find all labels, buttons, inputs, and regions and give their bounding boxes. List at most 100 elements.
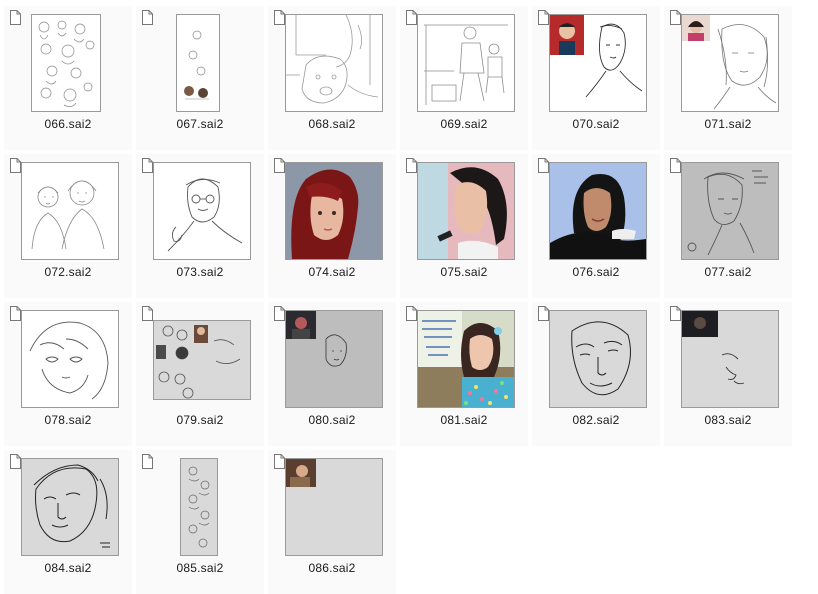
portrait-with-reference-image	[682, 15, 778, 111]
file-name: 075.sai2	[440, 265, 488, 279]
file-icon	[538, 158, 549, 173]
thumbnail	[285, 310, 383, 408]
file-name: 069.sai2	[440, 117, 488, 131]
file-icon	[274, 454, 285, 469]
file-tile-066[interactable]: 066.sai2	[4, 6, 132, 150]
file-tile-071[interactable]: 071.sai2	[664, 6, 792, 150]
gray-portrait-image	[682, 163, 778, 259]
file-icon	[274, 10, 285, 25]
colorful-painting-image	[418, 311, 514, 407]
file-name: 066.sai2	[44, 117, 92, 131]
face-sketch-gray-image	[550, 311, 646, 407]
thumbnail	[549, 310, 647, 408]
file-icon	[670, 158, 681, 173]
singer-painting-image	[418, 163, 514, 259]
thumbnail	[549, 162, 647, 260]
file-icon	[670, 306, 681, 321]
file-icon	[142, 10, 153, 25]
file-tile-067[interactable]: 067.sai2	[136, 6, 264, 150]
couple-sketch-image	[22, 163, 118, 259]
file-name: 079.sai2	[176, 413, 224, 427]
file-tile-078[interactable]: 078.sai2	[4, 302, 132, 446]
file-name: 071.sai2	[704, 117, 752, 131]
thumbnail	[31, 14, 101, 112]
file-name: 081.sai2	[440, 413, 488, 427]
glasses-portrait-image	[154, 163, 250, 259]
gray-with-reference-image	[286, 311, 382, 407]
thumbnail	[549, 14, 647, 112]
file-name: 074.sai2	[308, 265, 356, 279]
file-name: 076.sai2	[572, 265, 620, 279]
file-tile-085[interactable]: 085.sai2	[136, 450, 264, 594]
file-tile-081[interactable]: 081.sai2	[400, 302, 528, 446]
file-icon	[538, 10, 549, 25]
thumbnail	[681, 14, 779, 112]
thumbnail	[681, 162, 779, 260]
file-name: 083.sai2	[704, 413, 752, 427]
gray-with-reference-image	[682, 311, 778, 407]
file-tile-075[interactable]: 075.sai2	[400, 154, 528, 298]
anime-sketch-image	[22, 311, 118, 407]
file-icon	[406, 10, 417, 25]
study-sheet-image	[154, 321, 250, 399]
thumbnail	[417, 310, 515, 408]
file-name: 077.sai2	[704, 265, 752, 279]
file-icon	[142, 158, 153, 173]
file-tile-073[interactable]: 073.sai2	[136, 154, 264, 298]
file-name: 080.sai2	[308, 413, 356, 427]
blue-bg-painting-image	[550, 163, 646, 259]
file-name: 085.sai2	[176, 561, 224, 575]
thumbnail	[681, 310, 779, 408]
thumbnail	[153, 320, 251, 400]
thumbnail	[285, 14, 383, 112]
file-name: 073.sai2	[176, 265, 224, 279]
file-tile-077[interactable]: 077.sai2	[664, 154, 792, 298]
file-name: 084.sai2	[44, 561, 92, 575]
file-tile-083[interactable]: 083.sai2	[664, 302, 792, 446]
file-icon	[10, 306, 21, 321]
file-tile-072[interactable]: 072.sai2	[4, 154, 132, 298]
thumbnail	[285, 458, 383, 556]
file-icon	[10, 10, 21, 25]
thumbnail	[21, 310, 119, 408]
file-tile-084[interactable]: 084.sai2	[4, 450, 132, 594]
file-tile-069[interactable]: 069.sai2	[400, 6, 528, 150]
thumbnail	[417, 162, 515, 260]
file-icon	[142, 306, 153, 321]
file-icon	[538, 306, 549, 321]
file-name: 082.sai2	[572, 413, 620, 427]
dog-sketch-image	[286, 15, 382, 111]
file-tile-086[interactable]: 086.sai2	[268, 450, 396, 594]
file-tile-070[interactable]: 070.sai2	[532, 6, 660, 150]
file-tile-082[interactable]: 082.sai2	[532, 302, 660, 446]
file-icon	[274, 158, 285, 173]
file-icon	[142, 454, 153, 469]
file-grid: 066.sai2 067.sai2 068.sai2 069.sai2 070.…	[0, 0, 818, 594]
file-icon	[10, 454, 21, 469]
tall-gray-sketch-image	[181, 459, 217, 555]
file-tile-079[interactable]: 079.sai2	[136, 302, 264, 446]
figures-sketch-image	[418, 15, 514, 111]
thumbnail	[21, 162, 119, 260]
thumbnail	[21, 458, 119, 556]
thumbnail	[180, 458, 218, 556]
portrait-with-reference-image	[550, 15, 646, 111]
file-name: 078.sai2	[44, 413, 92, 427]
file-name: 072.sai2	[44, 265, 92, 279]
file-tile-076[interactable]: 076.sai2	[532, 154, 660, 298]
file-icon	[406, 306, 417, 321]
file-tile-068[interactable]: 068.sai2	[268, 6, 396, 150]
file-tile-080[interactable]: 080.sai2	[268, 302, 396, 446]
file-name: 070.sai2	[572, 117, 620, 131]
file-icon	[10, 158, 21, 173]
file-name: 086.sai2	[308, 561, 356, 575]
gray-with-reference-image	[286, 459, 382, 555]
sketch-sheet-image	[32, 15, 100, 111]
face-sketch-gray-image	[22, 459, 118, 555]
file-tile-074[interactable]: 074.sai2	[268, 154, 396, 298]
thumbnail	[153, 162, 251, 260]
thumbnail	[176, 14, 220, 112]
tall-sketch-image	[177, 15, 219, 111]
thumbnail	[417, 14, 515, 112]
file-icon	[406, 158, 417, 173]
